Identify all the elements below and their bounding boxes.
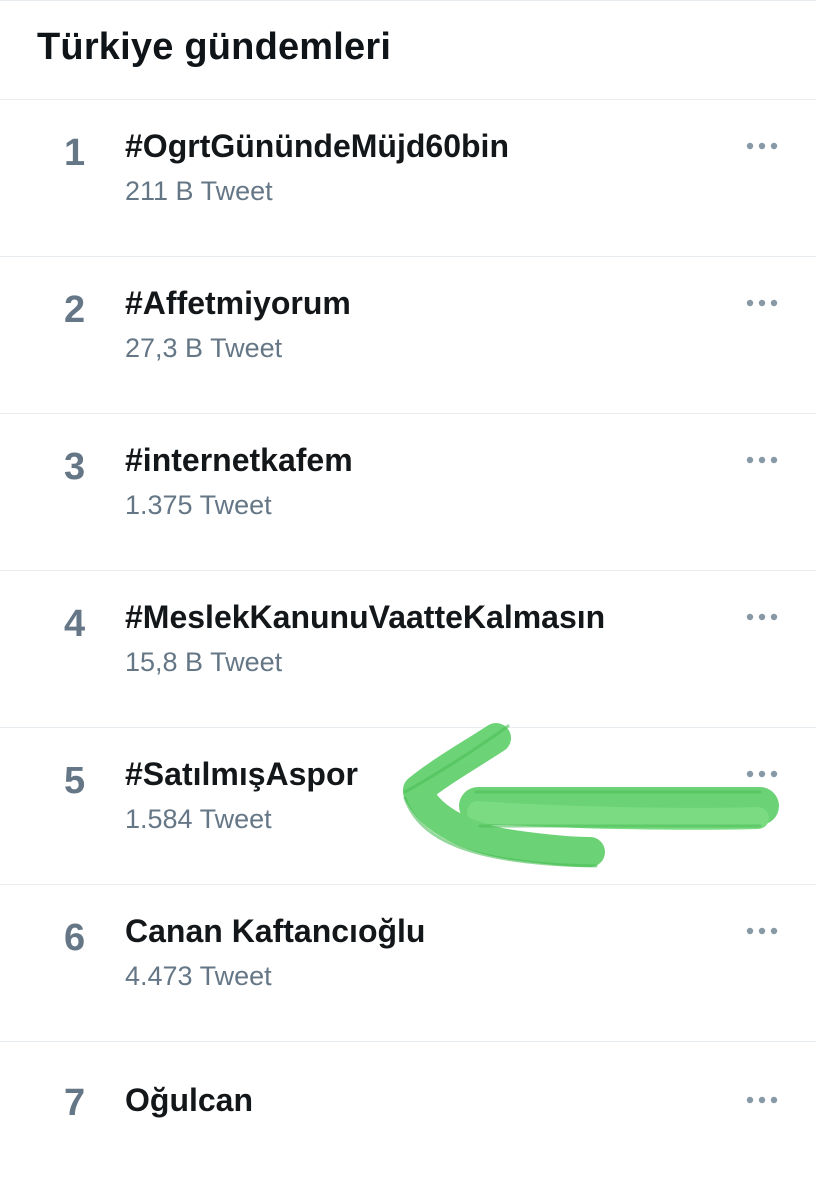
trend-name[interactable]: Oğulcan [125, 1082, 253, 1119]
trend-rank: 3 [64, 446, 86, 488]
trend-name[interactable]: #Affetmiyorum [125, 285, 351, 322]
trend-rank: 2 [64, 289, 86, 331]
trend-tweet-count: 15,8 B Tweet [125, 647, 283, 677]
more-horizontal-icon[interactable] [742, 921, 782, 941]
more-horizontal-icon[interactable] [742, 764, 782, 784]
trend-rank: 5 [64, 760, 86, 802]
trend-tweet-count: 27,3 B Tweet [125, 333, 283, 363]
trend-item-6[interactable]: 6 Canan Kaftancıoğlu 4.473 Tweet [0, 885, 816, 1042]
trend-name[interactable]: #SatılmışAspor [125, 756, 358, 793]
trend-name[interactable]: #MeslekKanunuVaatteKalmasın [125, 599, 605, 636]
trend-item-5[interactable]: 5 #SatılmışAspor 1.584 Tweet [0, 728, 816, 885]
trend-item-2[interactable]: 2 #Affetmiyorum 27,3 B Tweet [0, 257, 816, 414]
more-horizontal-icon[interactable] [742, 136, 782, 156]
trend-item-4[interactable]: 4 #MeslekKanunuVaatteKalmasın 15,8 B Twe… [0, 571, 816, 728]
trend-tweet-count: 1.584 Tweet [125, 804, 272, 834]
trend-name[interactable]: #internetkafem [125, 442, 353, 479]
trend-tweet-count: 1.375 Tweet [125, 490, 272, 520]
trend-name[interactable]: #OgrtGünündeMüjd60bin [125, 128, 509, 165]
more-horizontal-icon[interactable] [742, 607, 782, 627]
trend-item-3[interactable]: 3 #internetkafem 1.375 Tweet [0, 414, 816, 571]
trend-item-7[interactable]: 7 Oğulcan [0, 1042, 816, 1202]
trend-name[interactable]: Canan Kaftancıoğlu [125, 913, 425, 950]
more-horizontal-icon[interactable] [742, 293, 782, 313]
more-horizontal-icon[interactable] [742, 450, 782, 470]
trend-tweet-count: 211 B Tweet [125, 176, 273, 206]
trends-header: Türkiye gündemleri [0, 0, 816, 100]
trend-rank: 4 [64, 603, 86, 645]
more-horizontal-icon[interactable] [742, 1090, 782, 1110]
page-title: Türkiye gündemleri [37, 26, 392, 68]
trend-rank: 6 [64, 917, 86, 959]
trend-rank: 7 [64, 1082, 86, 1124]
trend-tweet-count: 4.473 Tweet [125, 961, 272, 991]
trend-list: 1 #OgrtGünündeMüjd60bin 211 B Tweet 2 #A… [0, 100, 816, 1202]
trend-item-1[interactable]: 1 #OgrtGünündeMüjd60bin 211 B Tweet [0, 100, 816, 257]
trend-rank: 1 [64, 132, 86, 174]
